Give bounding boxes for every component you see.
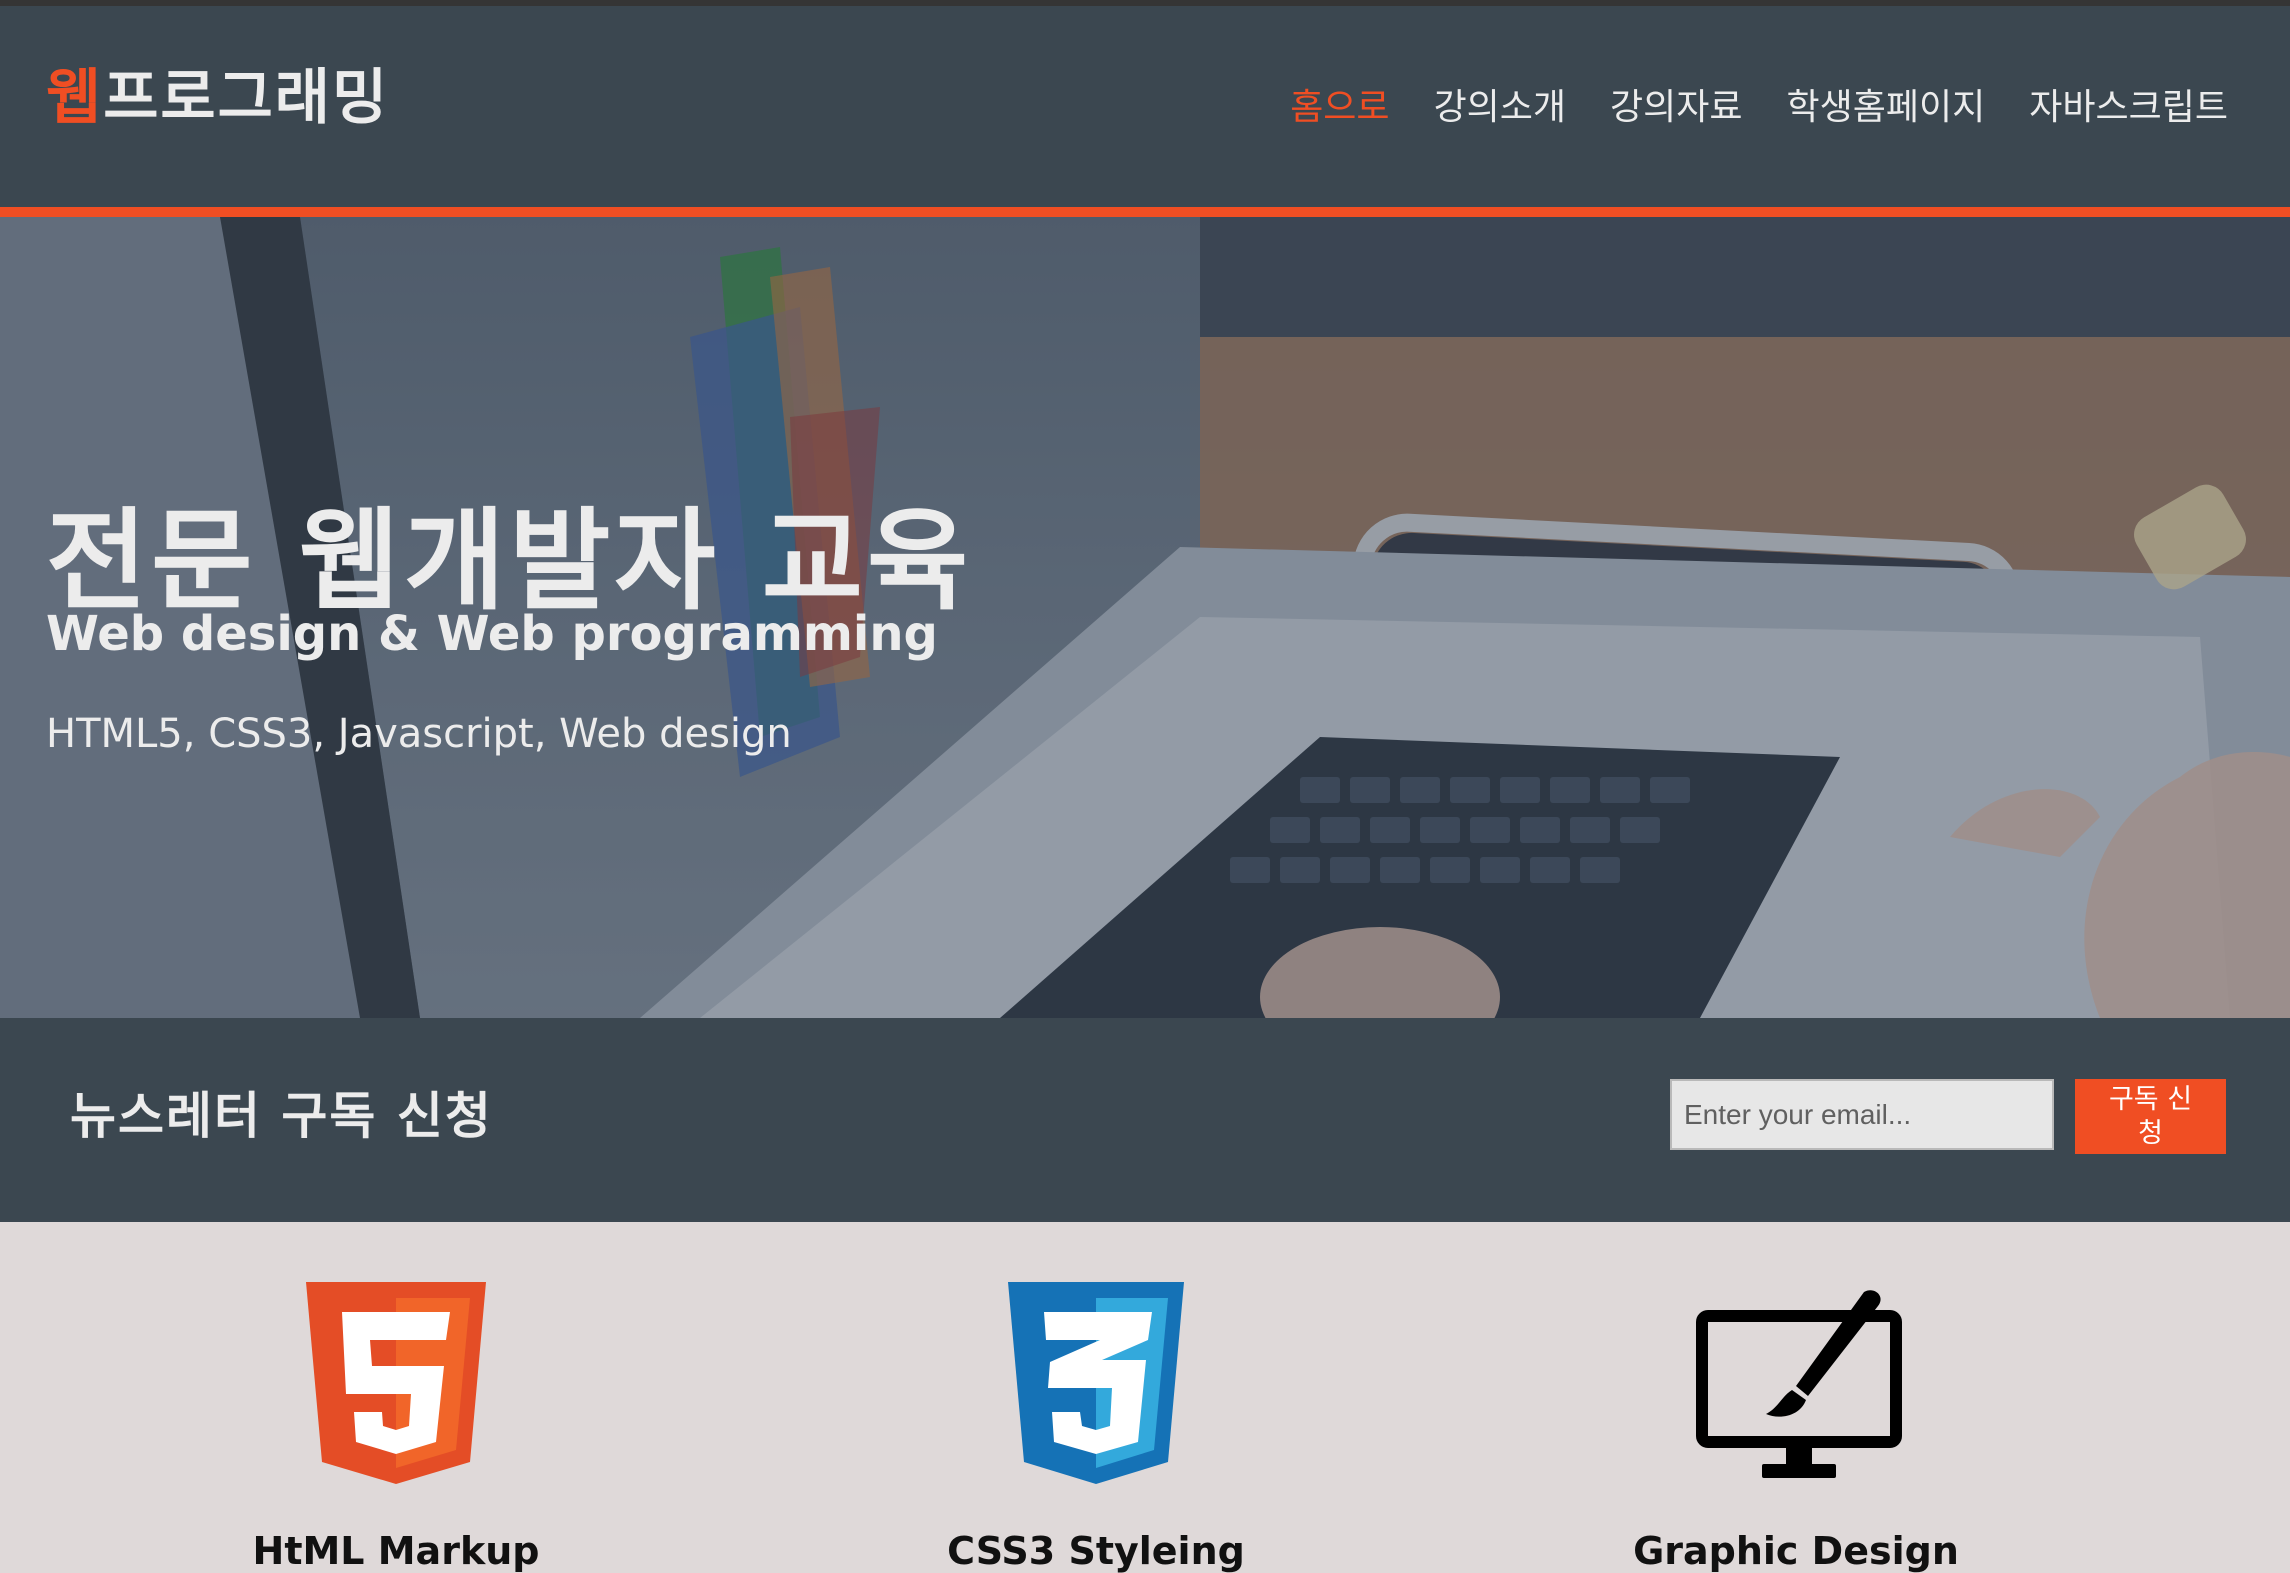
logo-accent: 웹	[46, 63, 104, 133]
nav-item-javascript[interactable]: 자바스크립트	[2029, 90, 2228, 126]
html5-icon	[306, 1282, 486, 1484]
css3-icon	[1008, 1282, 1184, 1484]
monitor-brush-icon	[1696, 1290, 1902, 1478]
feature-label-css: CSS3 Styleing	[947, 1529, 1245, 1573]
feature-label-graphic: Graphic Design	[1633, 1529, 1959, 1573]
newsletter-section: 뉴스레터 구독 신청 구독 신청	[0, 1018, 2290, 1222]
nav-item-home[interactable]: 홈으로	[1290, 90, 1389, 126]
hero-tags: HTML5, CSS3, Javascript, Web design	[46, 711, 792, 757]
header-accent-bar	[0, 207, 2290, 217]
nav-item-course-materials[interactable]: 강의자료	[1610, 90, 1742, 126]
subscribe-button[interactable]: 구독 신청	[2075, 1079, 2226, 1154]
nav-item-student-homepage[interactable]: 학생홈페이지	[1787, 90, 1986, 126]
site-header: 웹프로그래밍 홈으로 강의소개 강의자료 학생홈페이지 자바스크립트	[0, 6, 2290, 207]
feature-label-html: HtML Markup	[252, 1529, 540, 1573]
hero-banner: 전문 웹개발자 교육 Web design & Web programming …	[0, 217, 2290, 1018]
main-nav: 홈으로 강의소개 강의자료 학생홈페이지 자바스크립트	[1290, 90, 2228, 126]
nav-item-course-intro[interactable]: 강의소개	[1434, 90, 1566, 126]
hero-title: 전문 웹개발자 교육	[46, 496, 973, 625]
site-logo[interactable]: 웹프로그래밍	[46, 68, 389, 128]
features-section: HtML Markup CSS3 Styleing Graphic Design	[0, 1222, 2290, 1570]
email-input[interactable]	[1670, 1079, 2054, 1150]
newsletter-title: 뉴스레터 구독 신청	[70, 1087, 493, 1145]
hero-subtitle: Web design & Web programming	[46, 606, 938, 662]
logo-text: 프로그래밍	[103, 63, 390, 133]
